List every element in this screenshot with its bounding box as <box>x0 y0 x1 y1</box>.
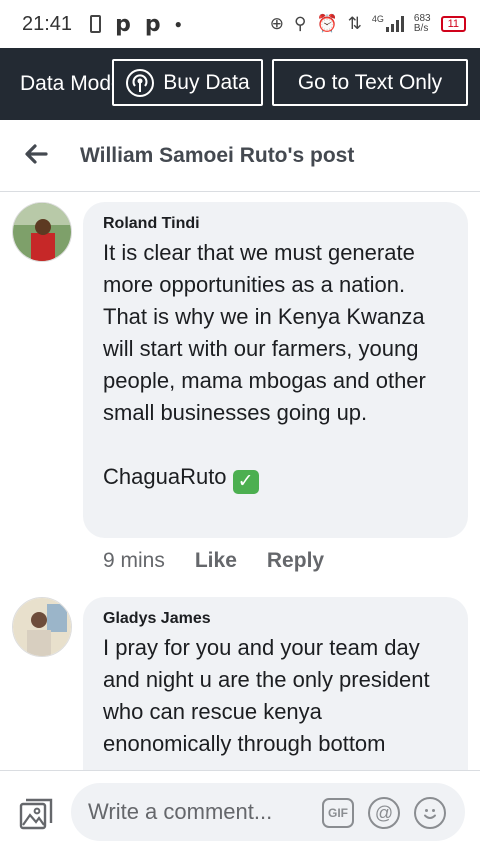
go-to-text-only-button[interactable]: Go to Text Only <box>272 59 468 106</box>
parking-app-icon-2: 𝗽 <box>144 11 161 36</box>
broadcast-icon <box>126 68 155 97</box>
composer-icons: GIF @ <box>322 797 446 829</box>
comment-author[interactable]: Roland Tindi <box>103 215 450 233</box>
network-type: 4G <box>371 14 384 24</box>
status-bar: 21:41 𝗽 𝗽 ● ⊕ ⚲ ⏰ ⇅ 4G 683 B/s 11 <box>0 0 480 48</box>
comment-actions: 9 mins Like Reply <box>103 549 324 573</box>
phone-icon <box>90 15 102 33</box>
page-title: William Samoei Ruto's post <box>80 144 355 167</box>
buy-data-button[interactable]: Buy Data <box>112 59 263 106</box>
reply-button[interactable]: Reply <box>267 549 324 573</box>
system-icons: ⊕ ⚲ ⏰ ⇅ 4G 683 B/s 11 <box>270 14 466 34</box>
notification-icons: 𝗽 𝗽 ● <box>90 11 182 37</box>
photo-icon[interactable] <box>18 797 54 831</box>
like-button[interactable]: Like <box>195 549 237 573</box>
comment-author[interactable]: Gladys James <box>103 610 450 628</box>
data-transfer-icon: ⇅ <box>347 14 362 33</box>
buy-data-label: Buy Data <box>163 70 250 94</box>
signal-icon <box>385 16 404 32</box>
check-mark-emoji: ✓ <box>232 470 259 494</box>
avatar[interactable] <box>12 202 72 262</box>
data-saver-icon: ⊕ <box>269 14 284 33</box>
mention-icon[interactable]: @ <box>368 797 400 829</box>
comment-bubble: Gladys James I pray for you and your tea… <box>83 597 468 797</box>
gif-icon[interactable]: GIF <box>322 798 354 828</box>
avatar-photo <box>13 598 71 656</box>
comment-time: 9 mins <box>103 549 165 572</box>
avatar[interactable] <box>12 597 72 657</box>
avatar-photo <box>13 203 71 261</box>
back-arrow-icon[interactable] <box>22 140 50 168</box>
battery-level: 11 <box>447 18 459 30</box>
parking-app-icon: 𝗽 <box>115 11 131 36</box>
comment-bubble: Roland Tindi It is clear that we must ge… <box>83 202 468 538</box>
network-speed: 683 B/s <box>413 13 431 34</box>
data-mode-bar: Data Mode Buy Data Go to Text Only <box>0 48 480 120</box>
comment-composer: GIF @ <box>0 770 480 854</box>
alarm-icon: ⏰ <box>316 14 338 33</box>
battery-icon: 11 <box>440 16 466 32</box>
comment-text: It is clear that we must generate more o… <box>103 240 426 494</box>
status-time: 21:41 <box>22 12 73 35</box>
emoji-icon[interactable] <box>414 797 446 829</box>
location-icon: ⚲ <box>294 14 307 33</box>
comment-text: I pray for you and your team day and nig… <box>103 635 430 756</box>
go-to-text-only-label: Go to Text Only <box>297 70 443 94</box>
more-notifications-dot-icon: ● <box>174 17 182 31</box>
post-header: William Samoei Ruto's post <box>0 120 480 192</box>
smiley-face-icon <box>424 809 436 819</box>
data-mode-label: Data Mode <box>20 72 116 95</box>
